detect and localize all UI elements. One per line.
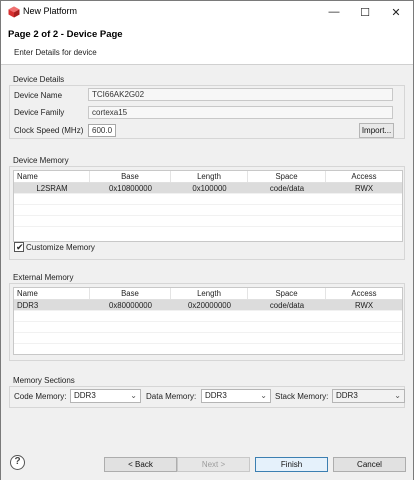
minimize-button[interactable]: — (319, 1, 349, 23)
table-row[interactable]: DDR3 0x80000000 0x20000000 code/data RWX (14, 300, 402, 311)
device-details-label: Device Details (13, 75, 65, 84)
window-title: New Platform (23, 6, 78, 16)
next-button[interactable]: Next > (177, 457, 250, 472)
close-button[interactable]: ✕ (381, 1, 411, 23)
device-name-field[interactable]: TCI66AK2G02 (88, 88, 393, 101)
column-header-length[interactable]: Length (171, 288, 248, 299)
memory-sections-label: Memory Sections (13, 376, 75, 385)
customize-memory-label[interactable]: Customize Memory (26, 243, 95, 252)
stack-memory-value: DDR3 (336, 391, 358, 400)
column-header-space[interactable]: Space (248, 288, 326, 299)
table-row-empty (14, 194, 402, 205)
wizard-content: Device Details Device Name TCI66AK2G02 D… (1, 66, 413, 446)
column-header-name[interactable]: Name (14, 288, 90, 299)
chevron-down-icon: ⌄ (394, 391, 401, 400)
external-memory-table[interactable]: Name Base Length Space Access DDR3 0x800… (13, 287, 403, 355)
device-memory-label: Device Memory (13, 156, 69, 165)
column-header-base[interactable]: Base (90, 171, 171, 182)
cell-length: 0x100000 (192, 184, 227, 193)
import-button[interactable]: Import... (359, 123, 394, 138)
column-header-length[interactable]: Length (171, 171, 248, 182)
column-header-access[interactable]: Access (326, 171, 402, 182)
maximize-icon: ☐ (360, 6, 370, 19)
cell-space: code/data (269, 301, 305, 310)
stack-memory-label: Stack Memory: (275, 392, 329, 401)
external-memory-label: External Memory (13, 273, 74, 282)
device-memory-table[interactable]: Name Base Length Space Access L2SRAM 0x1… (13, 170, 403, 242)
cell-space: code/data (269, 184, 305, 193)
column-header-access[interactable]: Access (326, 288, 402, 299)
back-button[interactable]: < Back (104, 457, 177, 472)
code-memory-value: DDR3 (74, 391, 96, 400)
column-header-name[interactable]: Name (14, 171, 90, 182)
new-platform-window: New Platform — ☐ ✕ Page 2 of 2 - Device … (0, 0, 414, 480)
cell-access: RWX (354, 184, 374, 193)
page-subtitle: Enter Details for device (14, 48, 97, 57)
checkmark-icon: ✔ (16, 242, 24, 252)
minimize-icon: — (328, 6, 340, 18)
table-row-empty (14, 205, 402, 216)
maximize-button[interactable]: ☐ (350, 1, 380, 23)
table-row-empty (14, 216, 402, 227)
title-bar: New Platform — ☐ ✕ (1, 1, 413, 23)
table-row-empty (14, 311, 402, 322)
cell-base: 0x10800000 (109, 184, 152, 193)
table-row-empty (14, 333, 402, 344)
wizard-footer: ? < Back Next > Finish Cancel (1, 446, 413, 480)
close-icon: ✕ (391, 6, 401, 19)
help-icon[interactable]: ? (10, 455, 25, 470)
table-row-empty (14, 322, 402, 333)
page-title: Page 2 of 2 - Device Page (8, 29, 123, 40)
cell-length: 0x20000000 (188, 301, 231, 310)
cancel-button[interactable]: Cancel (333, 457, 406, 472)
data-memory-select[interactable]: DDR3 ⌄ (201, 389, 271, 403)
device-family-field[interactable]: cortexa15 (88, 106, 393, 119)
chevron-down-icon: ⌄ (260, 391, 267, 400)
chevron-down-icon: ⌄ (130, 391, 137, 400)
device-family-label: Device Family (14, 108, 65, 117)
data-memory-label: Data Memory: (146, 392, 197, 401)
device-memory-header: Name Base Length Space Access (14, 171, 402, 183)
customize-memory-checkbox[interactable]: ✔ (14, 242, 24, 252)
code-memory-select[interactable]: DDR3 ⌄ (70, 389, 141, 403)
stack-memory-select[interactable]: DDR3 ⌄ (332, 389, 405, 403)
cell-access: RWX (354, 301, 374, 310)
data-memory-value: DDR3 (205, 391, 227, 400)
table-row[interactable]: L2SRAM 0x10800000 0x100000 code/data RWX (14, 183, 402, 194)
code-memory-label: Code Memory: (14, 392, 67, 401)
column-header-space[interactable]: Space (248, 171, 326, 182)
cell-base: 0x80000000 (109, 301, 152, 310)
clock-speed-field[interactable]: 600.0 (88, 124, 116, 137)
device-name-label: Device Name (14, 91, 63, 100)
clock-speed-label: Clock Speed (MHz) (14, 126, 84, 135)
column-header-base[interactable]: Base (90, 288, 171, 299)
finish-button[interactable]: Finish (255, 457, 328, 472)
app-icon (8, 6, 20, 18)
wizard-header: Page 2 of 2 - Device Page Enter Details … (1, 23, 413, 65)
external-memory-header: Name Base Length Space Access (14, 288, 402, 300)
cell-name: L2SRAM (36, 184, 68, 193)
cell-name: DDR3 (17, 301, 39, 310)
